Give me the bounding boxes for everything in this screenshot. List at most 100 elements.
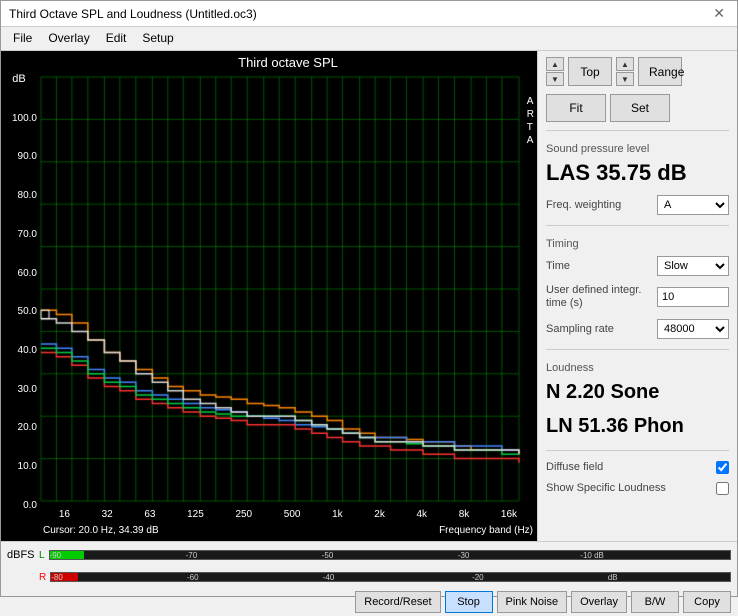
x-label-32: 32 [102, 509, 113, 520]
pink-noise-button[interactable]: Pink Noise [497, 591, 568, 613]
x-label-1k: 1k [332, 509, 343, 520]
range-up-arrow[interactable]: ▲ [616, 57, 634, 71]
copy-button[interactable]: Copy [683, 591, 731, 613]
sampling-select[interactable]: 44100 48000 96000 [657, 319, 729, 339]
y-label-90: 90.0 [1, 151, 37, 162]
dbfs-label: dBFS [7, 549, 35, 561]
sampling-row: Sampling rate 44100 48000 96000 [546, 319, 729, 339]
arta-label: A R T A [527, 95, 534, 147]
bottom-buttons: Record/Reset Stop Pink Noise Overlay B/W… [1, 588, 737, 616]
right-channel-label: R [39, 572, 46, 583]
menu-edit[interactable]: Edit [98, 29, 135, 48]
top-up-arrow[interactable]: ▲ [546, 57, 564, 71]
dbfs-top-row: dBFS L -90 -70 -50 -30 -10 dB [7, 544, 731, 566]
chart-main: Third octave SPL A R T A 16 32 63 125 25… [39, 51, 537, 541]
y-label-30: 30.0 [1, 384, 37, 395]
freq-weighting-select[interactable]: A B C Z [657, 195, 729, 215]
y-label-20: 20.0 [1, 422, 37, 433]
dbfs-bottom-row: dBFS R -80 -60 -40 -20 dB [7, 566, 731, 588]
divider-2 [546, 225, 729, 226]
menu-file[interactable]: File [5, 29, 40, 48]
dbfs-label-r: dBFS [7, 571, 35, 583]
integr-input[interactable]: 10 [657, 287, 729, 307]
integr-row: User defined integr. time (s) 10 [546, 284, 729, 310]
fit-set-row: Fit Set [546, 94, 729, 122]
y-axis: dB 100.0 90.0 80.0 70.0 60.0 50.0 40.0 3… [1, 51, 39, 541]
spl-value: LAS 35.75 dB [546, 161, 729, 185]
show-specific-label: Show Specific Loudness [546, 482, 666, 494]
diffuse-field-row: Diffuse field [546, 461, 729, 474]
y-label-100: 100.0 [1, 113, 37, 124]
loudness-label: Loudness [546, 362, 729, 374]
y-label-70: 70.0 [1, 229, 37, 240]
y-label-0: 0.0 [1, 500, 37, 511]
spl-canvas [39, 73, 537, 505]
x-label-16: 16 [59, 509, 70, 520]
cursor-text: Cursor: 20.0 Hz, 34.39 dB [43, 525, 159, 539]
set-button[interactable]: Set [610, 94, 670, 122]
range-button[interactable]: Range [638, 57, 682, 86]
sampling-label: Sampling rate [546, 323, 614, 335]
sidebar: ▲ ▼ Top ▲ ▼ Range Fit Set Sound pressure… [537, 51, 737, 541]
overlay-button[interactable]: Overlay [571, 591, 627, 613]
loudness-sone: N 2.20 Sone [546, 380, 729, 404]
record-reset-button[interactable]: Record/Reset [355, 591, 440, 613]
dbfs-area: dBFS L -90 -70 -50 -30 -10 dB dBFS R [1, 542, 737, 588]
dbfs-top-markers: -90 -70 -50 -30 -10 dB [50, 551, 730, 559]
x-label-250: 250 [235, 509, 252, 520]
bw-button[interactable]: B/W [631, 591, 679, 613]
x-label-500: 500 [284, 509, 301, 520]
cursor-info: Cursor: 20.0 Hz, 34.39 dB Frequency band… [39, 523, 537, 541]
diffuse-checkbox[interactable] [716, 461, 729, 474]
chart-title-bar: Third octave SPL [39, 51, 537, 73]
chart-plot[interactable]: A R T A [39, 73, 537, 505]
close-button[interactable]: ✕ [709, 5, 729, 22]
range-arrows: ▲ ▼ [616, 57, 634, 86]
y-label-60: 60.0 [1, 268, 37, 279]
menu-setup[interactable]: Setup [134, 29, 181, 48]
loudness-phon: LN 51.36 Phon [546, 414, 729, 438]
diffuse-label: Diffuse field [546, 461, 603, 473]
x-label-16k: 16k [501, 509, 517, 520]
chart-title: Third octave SPL [238, 55, 338, 70]
fit-button[interactable]: Fit [546, 94, 606, 122]
x-axis: 16 32 63 125 250 500 1k 2k 4k 8k 16k [39, 505, 537, 523]
left-channel-label: L [39, 550, 45, 561]
y-label-10: 10.0 [1, 461, 37, 472]
divider-3 [546, 349, 729, 350]
chart-area: dB 100.0 90.0 80.0 70.0 60.0 50.0 40.0 3… [1, 51, 537, 541]
divider-4 [546, 450, 729, 451]
timing-label: Timing [546, 238, 729, 250]
freq-weighting-row: Freq. weighting A B C Z [546, 195, 729, 215]
menu-bar: File Overlay Edit Setup [1, 27, 737, 51]
x-label-2k: 2k [374, 509, 385, 520]
top-button[interactable]: Top [568, 57, 612, 86]
title-bar: Third Octave SPL and Loudness (Untitled.… [1, 1, 737, 27]
freq-weighting-label: Freq. weighting [546, 199, 621, 211]
x-label-4k: 4k [417, 509, 428, 520]
x-label-125: 125 [187, 509, 204, 520]
integr-label: User defined integr. time (s) [546, 284, 646, 310]
top-arrows: ▲ ▼ [546, 57, 564, 86]
menu-overlay[interactable]: Overlay [40, 29, 97, 48]
y-axis-title: dB [1, 73, 37, 85]
window-title: Third Octave SPL and Loudness (Untitled.… [9, 7, 257, 21]
right-level-bar: -80 -60 -40 -20 dB [50, 572, 731, 582]
time-select[interactable]: Fast Slow [657, 256, 729, 276]
divider-1 [546, 130, 729, 131]
dbfs-bottom-markers: -80 -60 -40 -20 dB [51, 573, 730, 581]
top-range-controls: ▲ ▼ Top ▲ ▼ Range [546, 57, 729, 86]
range-down-arrow[interactable]: ▼ [616, 72, 634, 86]
stop-button[interactable]: Stop [445, 591, 493, 613]
top-down-arrow[interactable]: ▼ [546, 72, 564, 86]
time-label: Time [546, 260, 570, 272]
x-label-8k: 8k [459, 509, 470, 520]
y-label-40: 40.0 [1, 345, 37, 356]
y-label-50: 50.0 [1, 306, 37, 317]
chart-outer: dB 100.0 90.0 80.0 70.0 60.0 50.0 40.0 3… [1, 51, 537, 541]
x-label-63: 63 [144, 509, 155, 520]
left-level-bar: -90 -70 -50 -30 -10 dB [49, 550, 731, 560]
spl-label: Sound pressure level [546, 143, 729, 155]
show-specific-row: Show Specific Loudness [546, 482, 729, 495]
show-specific-checkbox[interactable] [716, 482, 729, 495]
